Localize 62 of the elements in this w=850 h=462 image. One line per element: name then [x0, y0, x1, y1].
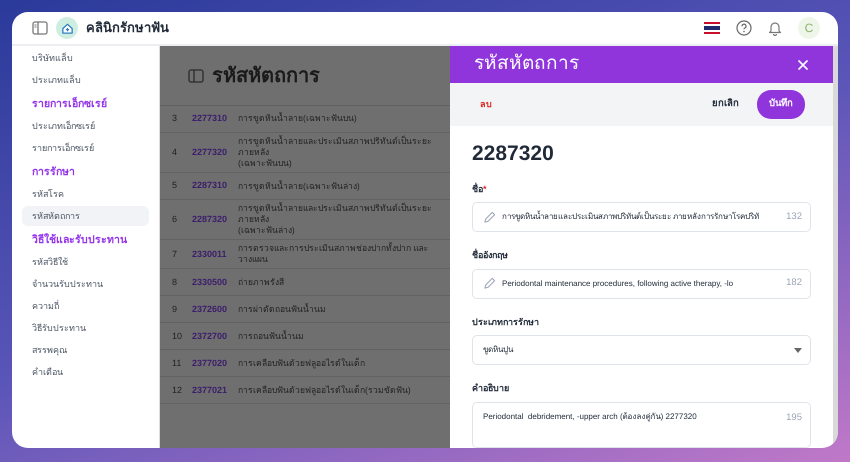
- procedure-description: การถอนฟันน้ำนม: [238, 330, 305, 342]
- row-number: 10: [171, 330, 184, 343]
- pencil-icon: [483, 277, 496, 290]
- character-count: 182: [786, 276, 802, 290]
- sidebar-item[interactable]: จำนวนรับประทาน: [22, 274, 149, 294]
- sidebar-toggle-icon[interactable]: [188, 68, 204, 82]
- row-number: 3: [171, 112, 178, 126]
- procedure-code: 2287320: [472, 141, 555, 167]
- sidebar-item[interactable]: รหัสหัตถการ: [22, 206, 149, 226]
- sidebar-item[interactable]: รหัสโรค: [22, 184, 149, 204]
- pencil-icon: [483, 210, 496, 224]
- character-count: 195: [786, 410, 802, 424]
- procedure-description: ถ่ายภาพรังสี: [238, 276, 285, 288]
- clinic-logo-icon: [56, 17, 78, 39]
- procedure-description: การตรวจและการประเมินสภาพช่องปากทั้งปาก และวางแผน: [238, 243, 430, 266]
- save-button[interactable]: บันทึก: [757, 90, 805, 119]
- row-number: 8: [171, 276, 178, 289]
- sidebar-item[interactable]: ประเภทเอ็กซเรย์: [22, 116, 149, 136]
- sidebar-section-title: การรักษา: [31, 166, 76, 180]
- row-number: 9: [171, 302, 178, 316]
- procedure-description: การขูดหินน้ำลายและประเมินสภาพปริทันต์เป็นระยะ ภายหลัง (เฉพาะฟันล่าง): [238, 203, 433, 236]
- cancel-button[interactable]: ยกเลิก: [706, 93, 745, 116]
- sidebar-item[interactable]: สรรพคุณ: [22, 340, 149, 360]
- procedure-description: การเคลือบฟันด้วยฟลูออไรด์ในเด็ก: [238, 358, 366, 369]
- row-number: 12: [171, 384, 184, 397]
- procedure-description: การผ่าตัดถอนฟันน้ำนม: [238, 304, 327, 315]
- sidebar-item[interactable]: ประเภทแล็บ: [22, 70, 149, 90]
- page-title: รหัสหัตถการ: [212, 64, 320, 88]
- character-count: 132: [786, 210, 802, 224]
- row-number: 7: [171, 248, 178, 261]
- caret-icon: [794, 348, 802, 352]
- field-label: ชื่อ*: [472, 182, 487, 196]
- row-number: 5: [171, 179, 178, 192]
- sidebar-toggle-icon[interactable]: [32, 21, 48, 35]
- procedure-description: การขูดหินน้ำลายและประเมินสภาพปริทันต์เป็นระยะ ภายหลัง (เฉพาะฟันบน): [238, 136, 433, 170]
- select-field[interactable]: ขูดหินปูน: [472, 335, 811, 365]
- notification-bell-icon[interactable]: [768, 20, 782, 36]
- text-area[interactable]: Periodontal debridement, -upper arch (ต้องลงคู่กัน) 2277320 195: [472, 402, 811, 448]
- drawer-title: รหัสหัตถการ: [474, 52, 579, 76]
- sidebar-item[interactable]: รายการเอ็กซเรย์: [22, 138, 149, 158]
- field-label: ประเภทการรักษา: [472, 316, 539, 328]
- text-field[interactable]: การขูดหินน้ำลายและประเมินสภาพปริทันต์เป็นระยะ ภายหลังการรักษาโรคปริทั 132: [472, 202, 811, 232]
- sidebar-item[interactable]: คำเตือน: [22, 362, 149, 383]
- thai-flag-icon[interactable]: [704, 22, 720, 34]
- field-label: คำอธิบาย: [472, 382, 509, 395]
- sidebar-item[interactable]: รหัสวิธีใช้: [22, 252, 149, 272]
- field-label: ชื่ออังกฤษ: [472, 249, 508, 262]
- sidebar-item[interactable]: ความถี่: [22, 296, 149, 316]
- help-icon[interactable]: [736, 20, 752, 36]
- sidebar-item[interactable]: บริษัทแล็บ: [22, 48, 149, 68]
- row-number: 4: [171, 146, 178, 159]
- text-field[interactable]: Periodontal maintenance procedures, following active therapy, -lo 182: [472, 268, 811, 298]
- procedure-description: การขูดหินน้ำลาย(เฉพาะฟันล่าง): [238, 180, 361, 192]
- row-number: 11: [171, 356, 182, 370]
- row-number: 6: [171, 212, 178, 226]
- procedure-description: การเคลือบฟันด้วยฟลูออไรด์ในเด็ก(รวมขัดฟัน): [238, 384, 412, 396]
- delete-button[interactable]: ลบ: [480, 98, 492, 112]
- sidebar-section-title: วิธีใช้และรับประทาน: [31, 234, 128, 248]
- app-name: คลินิกรักษาฟัน: [86, 19, 169, 38]
- sidebar-section-title: รายการเอ็กซเรย์: [31, 98, 108, 112]
- sidebar-item[interactable]: วิธีรับประทาน: [22, 318, 149, 338]
- procedure-description: การขูดหินน้ำลาย(เฉพาะฟันบน): [238, 113, 358, 125]
